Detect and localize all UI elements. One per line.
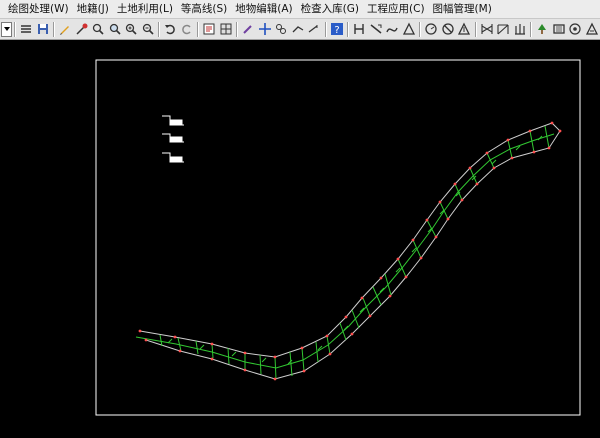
tree-icon[interactable] (535, 21, 550, 37)
target-icon[interactable] (568, 21, 583, 37)
toolbar-separator (324, 21, 327, 37)
extend-icon[interactable] (307, 21, 322, 37)
fence-icon[interactable] (480, 21, 495, 37)
move-icon[interactable] (258, 21, 273, 37)
magic-icon[interactable] (74, 21, 89, 37)
toolbar-separator (474, 21, 477, 37)
properties-icon[interactable] (202, 21, 217, 37)
square-icon[interactable] (552, 21, 567, 37)
pencil-icon[interactable] (58, 21, 73, 37)
grass-icon[interactable] (513, 21, 528, 37)
toolbar-separator (419, 21, 422, 37)
menu-check-import[interactable]: 检查入库(G) (297, 0, 363, 18)
toolbar-separator (53, 21, 55, 37)
canvas-background (0, 40, 600, 438)
toolbar-separator (197, 21, 200, 37)
drawing-canvas[interactable] (0, 40, 600, 438)
gate-icon[interactable] (496, 21, 511, 37)
menu-engineering[interactable]: 工程应用(C) (363, 0, 429, 18)
list-icon[interactable] (19, 21, 34, 37)
menu-drawing-processing[interactable]: 绘图处理(W) (4, 0, 73, 18)
save-icon[interactable] (36, 21, 51, 37)
no-entry-icon[interactable] (441, 21, 456, 37)
help-icon[interactable]: ? (330, 21, 345, 37)
warning-icon[interactable] (585, 21, 600, 37)
toolbar-separator (347, 21, 349, 37)
menu-contour[interactable]: 等高线(S) (177, 0, 231, 18)
drawing-svg[interactable] (0, 40, 600, 438)
toolbar-separator (530, 21, 533, 37)
toolbar-separator (14, 21, 16, 37)
trim-icon[interactable] (291, 21, 306, 37)
curve-icon[interactable] (385, 21, 400, 37)
pan-icon[interactable] (141, 21, 156, 37)
grid-icon[interactable] (219, 21, 234, 37)
menu-cadastre[interactable]: 地籍(J) (73, 0, 113, 18)
menu-feature-edit[interactable]: 地物编辑(A) (231, 0, 296, 18)
toolbar-separator (236, 21, 238, 37)
cass-window: 绘图处理(W) 地籍(J) 土地利用(L) 等高线(S) 地物编辑(A) 检查入… (0, 0, 600, 438)
zoom-all-icon[interactable] (124, 21, 139, 37)
edit-icon[interactable] (241, 21, 256, 37)
toolbar-separator (158, 21, 161, 37)
copy-icon[interactable] (274, 21, 289, 37)
circle-icon[interactable] (424, 21, 439, 37)
triangle-icon[interactable] (402, 21, 417, 37)
svg-text:?: ? (334, 25, 339, 36)
menu-bar: 绘图处理(W) 地籍(J) 土地利用(L) 等高线(S) 地物编辑(A) 检查入… (0, 0, 600, 19)
road-icon[interactable] (352, 21, 367, 37)
menu-land-use[interactable]: 土地利用(L) (113, 0, 177, 18)
slope-icon[interactable] (369, 21, 384, 37)
arrow-up-icon[interactable] (457, 21, 472, 37)
undo-icon[interactable] (163, 21, 178, 37)
zoom-window-icon[interactable] (108, 21, 123, 37)
menu-sheet-management[interactable]: 图幅管理(M) (429, 0, 496, 18)
redo-icon[interactable] (180, 21, 195, 37)
layer-combo-arrow[interactable] (1, 21, 13, 37)
toolbar: ? (0, 19, 600, 40)
zoom-realtime-icon[interactable] (91, 21, 106, 37)
